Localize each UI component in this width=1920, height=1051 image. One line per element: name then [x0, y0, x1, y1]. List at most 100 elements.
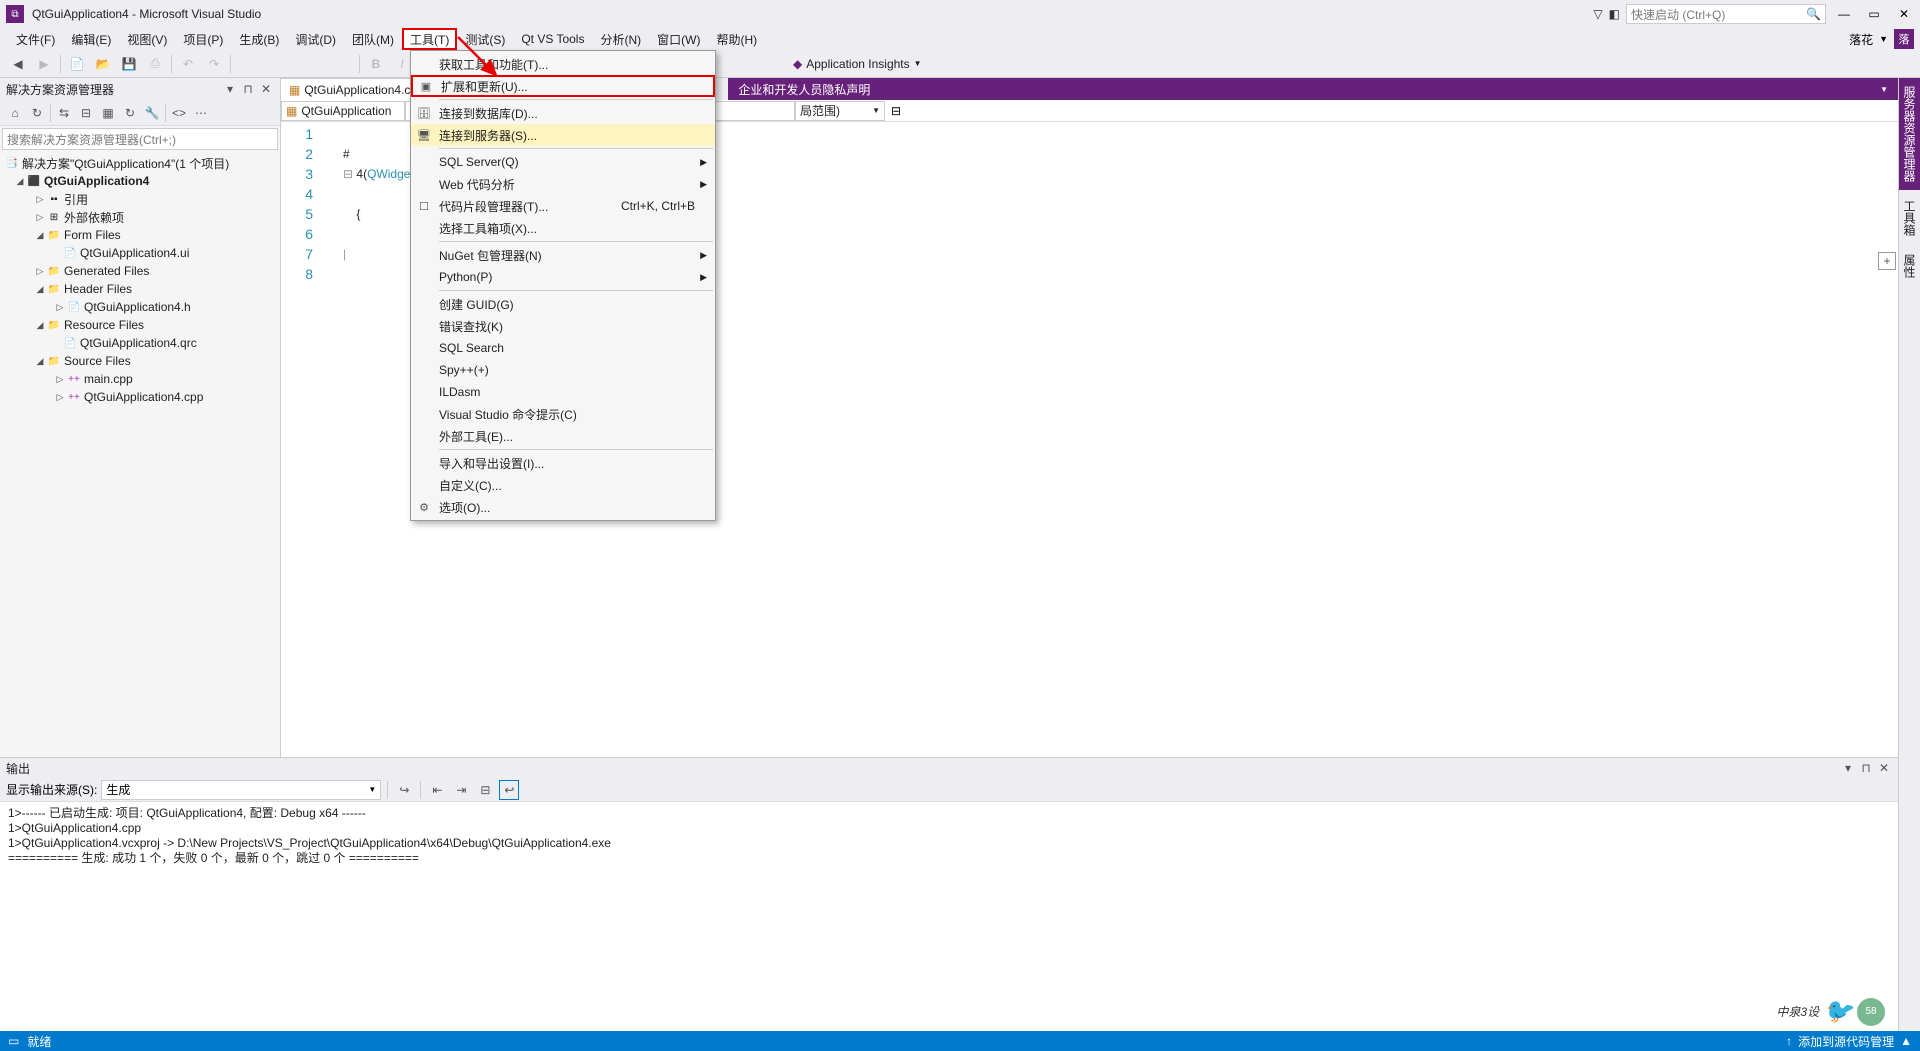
dd-create-guid[interactable]: 创建 GUID(G)	[411, 293, 715, 315]
show-all-button[interactable]: ▦	[97, 102, 119, 124]
menu-debug[interactable]: 调试(D)	[287, 28, 344, 50]
toolbox-tab[interactable]: 工具箱	[1899, 192, 1920, 244]
publish-icon[interactable]: ↑	[1786, 1034, 1792, 1048]
dd-sql-server[interactable]: SQL Server(Q)▶	[411, 151, 715, 173]
dd-external[interactable]: 外部工具(E)...	[411, 425, 715, 447]
dd-web-analysis[interactable]: Web 代码分析▶	[411, 173, 715, 195]
tree-gen-files[interactable]: ▷📁Generated Files	[0, 262, 280, 280]
dd-options[interactable]: ⚙选项(O)...	[411, 496, 715, 518]
menu-window[interactable]: 窗口(W)	[649, 28, 708, 50]
tree-external[interactable]: ▷⊞外部依赖项	[0, 208, 280, 226]
dd-spy[interactable]: Spy++(+)	[411, 359, 715, 381]
user-name[interactable]: 落花	[1849, 31, 1873, 48]
tree-resource-files[interactable]: ◢📁Resource Files	[0, 316, 280, 334]
nav-forward-button[interactable]: ▶	[32, 52, 56, 76]
app-insights-button[interactable]: ◆ Application Insights ▼	[787, 57, 928, 71]
close-icon[interactable]: ✕	[258, 81, 274, 97]
more-button[interactable]: ⋯	[190, 102, 212, 124]
chevron-down-icon[interactable]: ▼	[1879, 34, 1888, 44]
dd-error-lookup[interactable]: 错误查找(K)	[411, 315, 715, 337]
tree-source-files[interactable]: ◢📁Source Files	[0, 352, 280, 370]
dd-get-tools[interactable]: 获取工具和功能(T)...	[411, 53, 715, 75]
expand-button[interactable]: ↻	[26, 102, 48, 124]
wrap-button[interactable]: ↩	[499, 780, 519, 800]
close-button[interactable]: ✕	[1892, 4, 1916, 24]
menu-help[interactable]: 帮助(H)	[708, 28, 765, 50]
quick-launch-input[interactable]: 快速启动 (Ctrl+Q) 🔍	[1626, 4, 1826, 24]
properties-tab[interactable]: 属性	[1899, 246, 1920, 286]
privacy-statement-tab[interactable]: 企业和开发人员隐私声明▼	[728, 78, 1898, 100]
goto-button[interactable]: ↪	[394, 780, 414, 800]
new-project-button[interactable]: 📄	[65, 52, 89, 76]
solution-search-input[interactable]: 搜索解决方案资源管理器(Ctrl+;)	[2, 128, 278, 150]
status-scm[interactable]: 添加到源代码管理	[1798, 1033, 1894, 1050]
dd-snippet-mgr[interactable]: ☐代码片段管理器(T)...Ctrl+K, Ctrl+B	[411, 195, 715, 217]
restore-button[interactable]: ▭	[1862, 4, 1886, 24]
dd-nuget[interactable]: NuGet 包管理器(N)▶	[411, 244, 715, 266]
tree-header-h[interactable]: ▷📄QtGuiApplication4.h	[0, 298, 280, 316]
home-button[interactable]: ⌂	[4, 102, 26, 124]
user-avatar[interactable]: 落	[1894, 29, 1914, 49]
next-button[interactable]: ⇥	[451, 780, 471, 800]
menu-edit[interactable]: 编辑(E)	[63, 28, 119, 50]
notification-icon[interactable]: ◧	[1609, 7, 1620, 21]
save-button[interactable]: 💾	[117, 52, 141, 76]
output-source-combo[interactable]: 生成▼	[101, 780, 381, 800]
dd-connect-db[interactable]: 🗄连接到数据库(D)...	[411, 102, 715, 124]
tab-dropdown-icon[interactable]: ▼	[1880, 85, 1888, 94]
tree-main-cpp[interactable]: ▷++main.cpp	[0, 370, 280, 388]
dd-connect-server[interactable]: 🖥连接到服务器(S)...	[411, 124, 715, 146]
split-icon[interactable]: ⊟	[887, 104, 905, 118]
close-icon[interactable]: ✕	[1876, 760, 1892, 776]
undo-button[interactable]: ↶	[176, 52, 200, 76]
output-text[interactable]: 1>------ 已启动生成: 项目: QtGuiApplication4, 配…	[0, 802, 1898, 1031]
split-editor-button[interactable]: +	[1878, 252, 1896, 270]
collapse-button[interactable]: ⊟	[75, 102, 97, 124]
open-button[interactable]: 📂	[91, 52, 115, 76]
nav-back-button[interactable]: ◀	[6, 52, 30, 76]
sync-button[interactable]: ⇆	[53, 102, 75, 124]
dd-python[interactable]: Python(P)▶	[411, 266, 715, 288]
tree-header-files[interactable]: ◢📁Header Files	[0, 280, 280, 298]
tree-app-cpp[interactable]: ▷++QtGuiApplication4.cpp	[0, 388, 280, 406]
tree-project[interactable]: ◢⬛QtGuiApplication4	[0, 172, 280, 190]
chevron-up-icon[interactable]: ▲	[1900, 1034, 1912, 1048]
tree-form-ui[interactable]: 📄QtGuiApplication4.ui	[0, 244, 280, 262]
bold-button[interactable]: B	[364, 52, 388, 76]
menu-project[interactable]: 项目(P)	[175, 28, 231, 50]
menu-tools[interactable]: 工具(T)	[402, 28, 457, 50]
save-all-button[interactable]: ⎙	[143, 52, 167, 76]
tree-root[interactable]: 📑解决方案"QtGuiApplication4"(1 个项目)	[0, 154, 280, 172]
tree-references[interactable]: ▷▪▪引用	[0, 190, 280, 208]
view-code-button[interactable]: <>	[168, 102, 190, 124]
server-explorer-tab[interactable]: 服务器资源管理器	[1899, 78, 1920, 190]
prev-button[interactable]: ⇤	[427, 780, 447, 800]
pin-icon[interactable]: ⊓	[240, 81, 256, 97]
dd-vs-cmd[interactable]: Visual Studio 命令提示(C)	[411, 403, 715, 425]
menu-qtvs[interactable]: Qt VS Tools	[513, 28, 592, 50]
menu-team[interactable]: 团队(M)	[344, 28, 402, 50]
dd-customize[interactable]: 自定义(C)...	[411, 474, 715, 496]
doc-tab-active[interactable]: ▦QtGuiApplication4.c	[281, 78, 418, 100]
refresh-button[interactable]: ↻	[119, 102, 141, 124]
nav-member-combo[interactable]: 局范围)▼	[795, 101, 885, 121]
tree-form-files[interactable]: ◢📁Form Files	[0, 226, 280, 244]
menu-test[interactable]: 测试(S)	[457, 28, 513, 50]
dd-import-export[interactable]: 导入和导出设置(I)...	[411, 452, 715, 474]
dd-extensions[interactable]: ▣扩展和更新(U)...	[411, 75, 715, 97]
nav-scope-combo[interactable]: ▦QtGuiApplication	[281, 101, 405, 121]
properties-button[interactable]: 🔧	[141, 102, 163, 124]
dd-sql-search[interactable]: SQL Search	[411, 337, 715, 359]
clear-button[interactable]: ⊟	[475, 780, 495, 800]
menu-file[interactable]: 文件(F)	[8, 28, 63, 50]
dd-ildasm[interactable]: ILDasm	[411, 381, 715, 403]
dd-choose-toolbox[interactable]: 选择工具箱项(X)...	[411, 217, 715, 239]
pin-icon[interactable]: ⊓	[1858, 760, 1874, 776]
minimize-button[interactable]: —	[1832, 4, 1856, 24]
redo-button[interactable]: ↷	[202, 52, 226, 76]
menu-view[interactable]: 视图(V)	[119, 28, 175, 50]
flag-icon[interactable]: ▽	[1593, 7, 1602, 21]
tree-resource-qrc[interactable]: 📄QtGuiApplication4.qrc	[0, 334, 280, 352]
menu-build[interactable]: 生成(B)	[231, 28, 287, 50]
dropdown-icon[interactable]: ▾	[222, 81, 238, 97]
